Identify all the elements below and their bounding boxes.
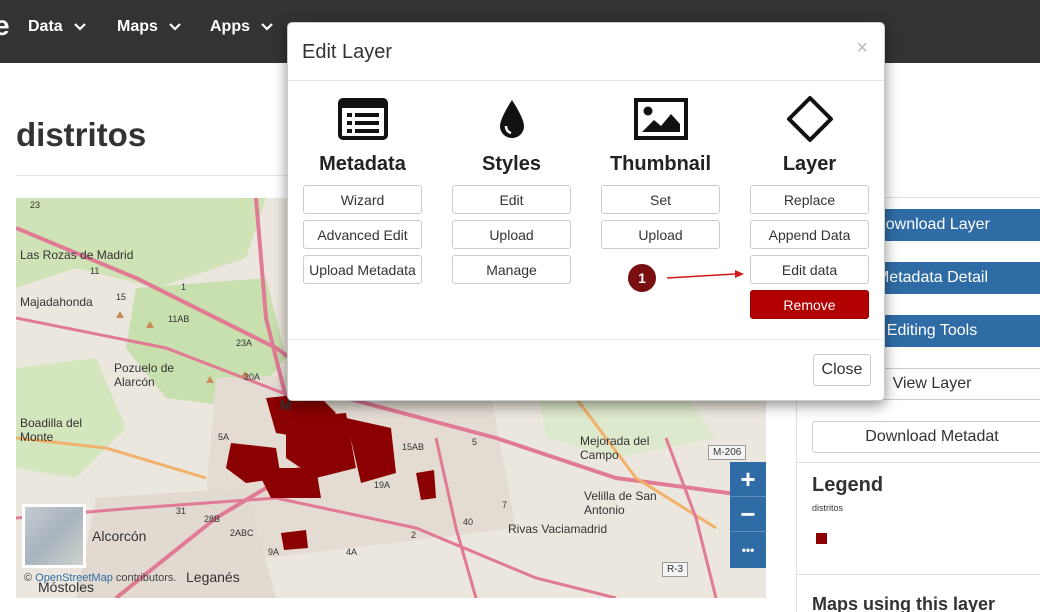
wizard-button[interactable]: Wizard (303, 185, 422, 214)
layer-title: Layer (782, 153, 837, 175)
replace-layer-button[interactable]: Replace (750, 185, 869, 214)
append-data-button[interactable]: Append Data (750, 220, 869, 249)
close-icon[interactable]: × (856, 37, 868, 60)
modal-header: Edit Layer × (288, 23, 884, 81)
modal-title: Edit Layer (302, 41, 393, 63)
layer-column: Layer Replace Append Data Edit data Remo… (750, 95, 869, 325)
annotation-marker: 1 (627, 263, 657, 293)
advanced-edit-button[interactable]: Advanced Edit (303, 220, 422, 249)
upload-style-button[interactable]: Upload (452, 220, 571, 249)
modal-footer-divider (288, 339, 884, 340)
set-thumbnail-button[interactable]: Set (601, 185, 720, 214)
upload-metadata-button[interactable]: Upload Metadata (303, 255, 422, 284)
edit-layer-modal: Edit Layer × Metadata Wizard Advanced Ed… (287, 22, 885, 401)
thumbnail-title: Thumbnail (609, 153, 712, 175)
diamond-icon (750, 95, 869, 143)
metadata-title: Metadata (319, 153, 406, 175)
edit-style-button[interactable]: Edit (452, 185, 571, 214)
close-button[interactable]: Close (813, 354, 871, 386)
thumbnail-column: Thumbnail Set Upload (601, 95, 720, 255)
annotation-arrow-icon (666, 270, 744, 279)
image-icon (601, 95, 720, 143)
manage-styles-button[interactable]: Manage (452, 255, 571, 284)
remove-layer-button[interactable]: Remove (750, 290, 869, 319)
edit-data-button[interactable]: Edit data (750, 255, 869, 284)
styles-title: Styles (482, 153, 541, 175)
tint-icon (452, 95, 571, 143)
upload-thumbnail-button[interactable]: Upload (601, 220, 720, 249)
styles-column: Styles Edit Upload Manage (452, 95, 571, 290)
list-icon (303, 95, 422, 143)
metadata-column: Metadata Wizard Advanced Edit Upload Met… (303, 95, 422, 290)
